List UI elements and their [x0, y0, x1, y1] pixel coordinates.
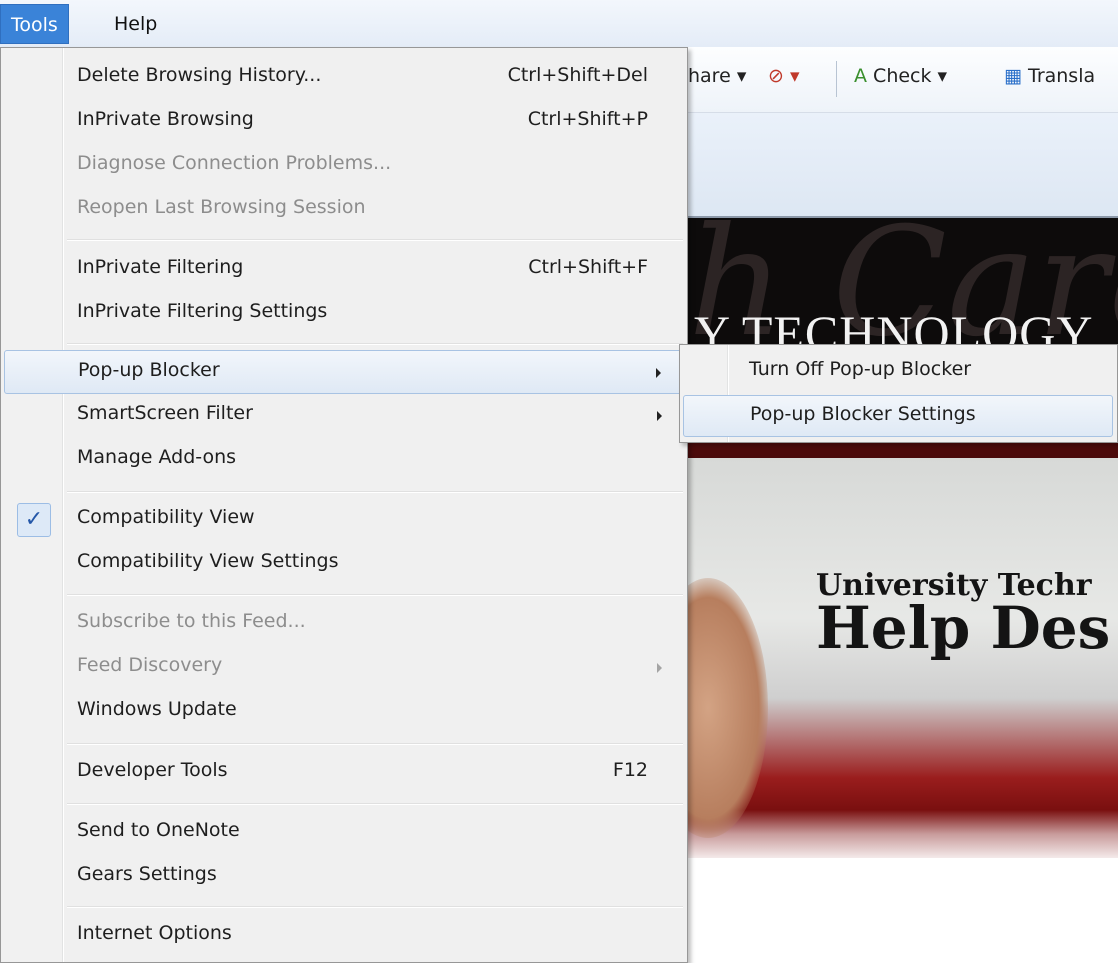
menu-item-label: Windows Update: [77, 698, 237, 720]
menu-item-label: Diagnose Connection Problems...: [77, 152, 392, 174]
submenu-item-turn-off-popup-blocker[interactable]: Turn Off Pop-up Blocker: [683, 351, 1113, 393]
menu-item-inprivate-browsing[interactable]: InPrivate Browsing Ctrl+Shift+P: [4, 100, 684, 144]
menu-item-compatibility-view-settings[interactable]: Compatibility View Settings: [4, 542, 684, 586]
block-icon[interactable]: ⊘ ▾: [768, 65, 800, 87]
menu-item-label: Compatibility View Settings: [77, 550, 339, 572]
menu-separator: [67, 491, 683, 493]
menu-item-label: Developer Tools: [77, 759, 228, 781]
menu-item-manage-addons[interactable]: Manage Add-ons: [4, 438, 684, 482]
spellcheck-icon: A: [854, 65, 867, 87]
menu-item-internet-options[interactable]: Internet Options: [4, 914, 684, 958]
menu-help[interactable]: Help: [104, 4, 167, 44]
toolbar-divider: [836, 61, 837, 97]
menu-item-inprivate-filtering-settings[interactable]: InPrivate Filtering Settings: [4, 292, 684, 336]
menu-item-label: Internet Options: [77, 922, 232, 944]
checkmark-icon: ✓: [17, 503, 51, 537]
submenu-arrow-icon: [657, 663, 662, 673]
menu-item-shortcut: Ctrl+Shift+P: [527, 108, 648, 130]
menu-item-label: Reopen Last Browsing Session: [77, 196, 366, 218]
menu-item-reopen-last-session: Reopen Last Browsing Session: [4, 188, 684, 232]
menu-item-diagnose-connection: Diagnose Connection Problems...: [4, 144, 684, 188]
menu-item-subscribe-feed: Subscribe to this Feed...: [4, 602, 684, 646]
menu-separator: [67, 239, 683, 241]
banner-photo: [688, 578, 768, 838]
share-button[interactable]: hare ▾: [688, 65, 746, 87]
menu-item-label: Compatibility View: [77, 506, 255, 528]
menu-separator: [67, 594, 683, 596]
menu-item-label: Turn Off Pop-up Blocker: [749, 358, 972, 380]
submenu-arrow-icon: [657, 411, 662, 421]
menu-item-label: InPrivate Filtering Settings: [77, 300, 328, 322]
menu-item-windows-update[interactable]: Windows Update: [4, 690, 684, 734]
menu-item-label: Delete Browsing History...: [77, 64, 322, 86]
favorites-bar: [688, 113, 1118, 218]
banner-line-2: Help Des: [816, 594, 1111, 662]
menu-item-smartscreen-filter[interactable]: SmartScreen Filter: [4, 394, 684, 438]
submenu-item-popup-blocker-settings[interactable]: Pop-up Blocker Settings: [683, 395, 1113, 437]
menu-separator: [67, 743, 683, 745]
menu-tools[interactable]: Tools: [0, 4, 69, 44]
menu-item-inprivate-filtering[interactable]: InPrivate Filtering Ctrl+Shift+F: [4, 248, 684, 292]
check-button[interactable]: A Check ▾: [854, 65, 947, 87]
menu-item-popup-blocker[interactable]: Pop-up Blocker: [4, 350, 684, 394]
menu-item-label: Manage Add-ons: [77, 446, 237, 468]
menu-separator: [67, 343, 683, 345]
menu-bar: Tools Help: [0, 0, 1118, 47]
menu-item-label: SmartScreen Filter: [77, 402, 253, 424]
menu-item-delete-browsing-history[interactable]: Delete Browsing History... Ctrl+Shift+De…: [4, 56, 684, 100]
menu-item-send-to-onenote[interactable]: Send to OneNote: [4, 811, 684, 855]
site-banner: University Techr Help Des: [688, 458, 1118, 858]
menu-item-compatibility-view[interactable]: ✓ Compatibility View: [4, 498, 684, 542]
popup-blocker-submenu: Turn Off Pop-up Blocker Pop-up Blocker S…: [679, 344, 1118, 443]
menu-item-shortcut: Ctrl+Shift+Del: [507, 64, 648, 86]
menu-item-label: InPrivate Filtering: [77, 256, 244, 278]
menu-item-label: InPrivate Browsing: [77, 108, 254, 130]
menu-item-feed-discovery: Feed Discovery: [4, 646, 684, 690]
menu-item-label: Gears Settings: [77, 863, 217, 885]
menu-separator: [67, 906, 683, 908]
menu-item-label: Pop-up Blocker Settings: [750, 403, 976, 425]
menu-item-label: Feed Discovery: [77, 654, 223, 676]
menu-item-label: Subscribe to this Feed...: [77, 610, 306, 632]
site-header: h Care Y TECHNOLOGY: [688, 218, 1118, 358]
menu-item-shortcut: Ctrl+Shift+F: [528, 256, 648, 278]
menu-item-label: Pop-up Blocker: [78, 359, 220, 381]
submenu-arrow-icon: [656, 368, 661, 378]
site-footer: [688, 858, 1118, 963]
translate-button[interactable]: ▦ Transla: [1004, 65, 1095, 87]
tools-menu: Delete Browsing History... Ctrl+Shift+De…: [0, 47, 688, 963]
menu-item-gears-settings[interactable]: Gears Settings: [4, 855, 684, 899]
menu-separator: [67, 803, 683, 805]
menu-item-developer-tools[interactable]: Developer Tools F12: [4, 751, 684, 795]
translate-icon: ▦: [1004, 65, 1022, 87]
menu-item-label: Send to OneNote: [77, 819, 240, 841]
command-bar: hare ▾ ⊘ ▾ A Check ▾ ▦ Transla: [688, 47, 1118, 113]
menu-item-shortcut: F12: [612, 759, 648, 781]
